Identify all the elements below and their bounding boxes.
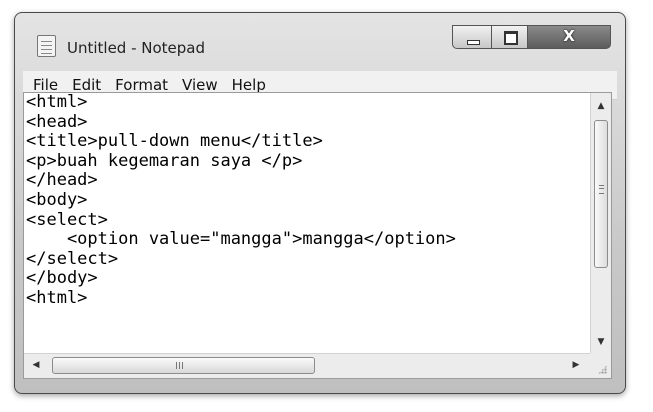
window-title: Untitled - Notepad — [67, 39, 206, 57]
horizontal-scroll-thumb[interactable] — [52, 357, 315, 374]
scroll-left-icon[interactable]: ◀ — [28, 357, 44, 373]
code-line: </body> — [26, 268, 98, 289]
code-line: <title>pull-down menu</title> — [26, 131, 323, 152]
notepad-icon[interactable] — [37, 35, 56, 57]
text-editor[interactable]: <html> <head> <title>pull-down menu</tit… — [23, 92, 612, 379]
vertical-scroll-thumb[interactable] — [594, 120, 608, 268]
scroll-down-icon[interactable]: ▼ — [591, 333, 611, 351]
code-line: </select> — [26, 248, 119, 269]
code-line: <option value="mangga">mangga</option> — [26, 229, 456, 250]
grip-icon — [599, 185, 604, 194]
code-line: <head> — [26, 111, 88, 132]
code-line: </head> — [26, 170, 98, 191]
maximize-button[interactable] — [491, 25, 528, 49]
editor-text-area[interactable]: <html> <head> <title>pull-down menu</tit… — [24, 93, 590, 353]
scroll-right-icon[interactable]: ▶ — [568, 357, 584, 373]
horizontal-scrollbar[interactable]: ◀ ▶ — [24, 353, 590, 378]
code-line: <html> — [26, 287, 88, 308]
code-line: <body> — [26, 189, 88, 210]
title-bar[interactable]: Untitled - Notepad X — [15, 13, 625, 67]
grip-icon — [176, 362, 177, 369]
vertical-scrollbar[interactable]: ▲ ▼ — [590, 93, 611, 353]
code-line: <html> — [26, 93, 88, 112]
resize-grip-icon[interactable] — [590, 353, 611, 378]
scroll-up-icon[interactable]: ▲ — [591, 97, 611, 115]
code-line: <p>buah kegemaran saya </p> — [26, 150, 303, 171]
minimize-button[interactable] — [452, 25, 492, 49]
close-button[interactable]: X — [527, 25, 611, 49]
code-line: <select> — [26, 209, 108, 230]
close-icon: X — [563, 27, 575, 45]
